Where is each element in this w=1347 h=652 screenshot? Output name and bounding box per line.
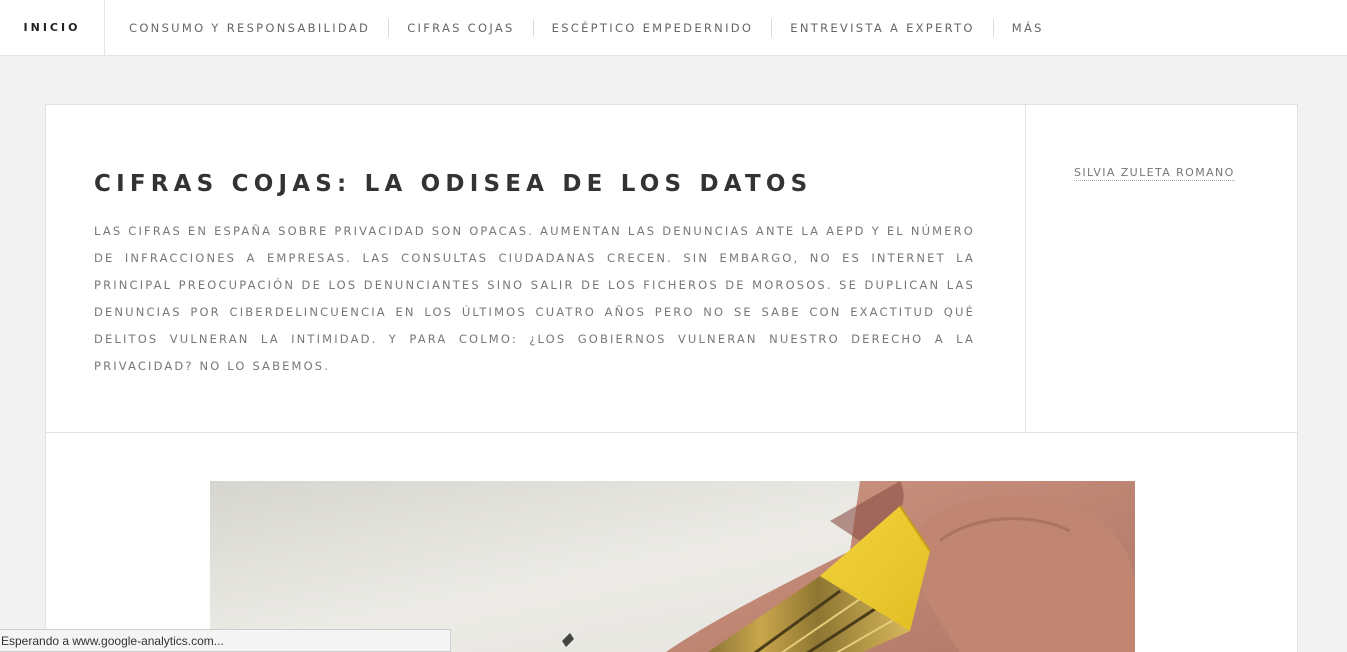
nav-home-link[interactable]: INICIO — [0, 0, 105, 56]
author-link[interactable]: SILVIA ZULETA ROMANO — [1074, 166, 1235, 181]
nav-item-entrevista[interactable]: ENTREVISTA A EXPERTO — [771, 18, 992, 37]
browser-status-bar: Esperando a www.google-analytics.com... — [0, 629, 451, 652]
header-divider — [46, 432, 1297, 433]
sidebar-divider — [1025, 105, 1026, 433]
post-title: CIFRAS COJAS: LA ODISEA DE LOS DATOS — [94, 171, 813, 197]
top-navigation: INICIO CONSUMO Y RESPONSABILIDAD CIFRAS … — [0, 0, 1347, 56]
nav-item-consumo[interactable]: CONSUMO Y RESPONSABILIDAD — [111, 19, 388, 37]
article-photo — [210, 481, 1135, 652]
nav-item-mas[interactable]: MÁS — [992, 18, 1062, 37]
nav-item-cifras-cojas[interactable]: CIFRAS COJAS — [388, 18, 532, 37]
post-card: CIFRAS COJAS: LA ODISEA DE LOS DATOS LAS… — [45, 104, 1298, 652]
pencil-eraser-photo-icon — [210, 481, 1135, 652]
post-lead: LAS CIFRAS EN ESPAÑA SOBRE PRIVACIDAD SO… — [94, 224, 975, 373]
nav-menu: CONSUMO Y RESPONSABILIDAD CIFRAS COJAS E… — [111, 18, 1062, 37]
nav-item-esceptico[interactable]: ESCÉPTICO EMPEDERNIDO — [532, 18, 772, 37]
